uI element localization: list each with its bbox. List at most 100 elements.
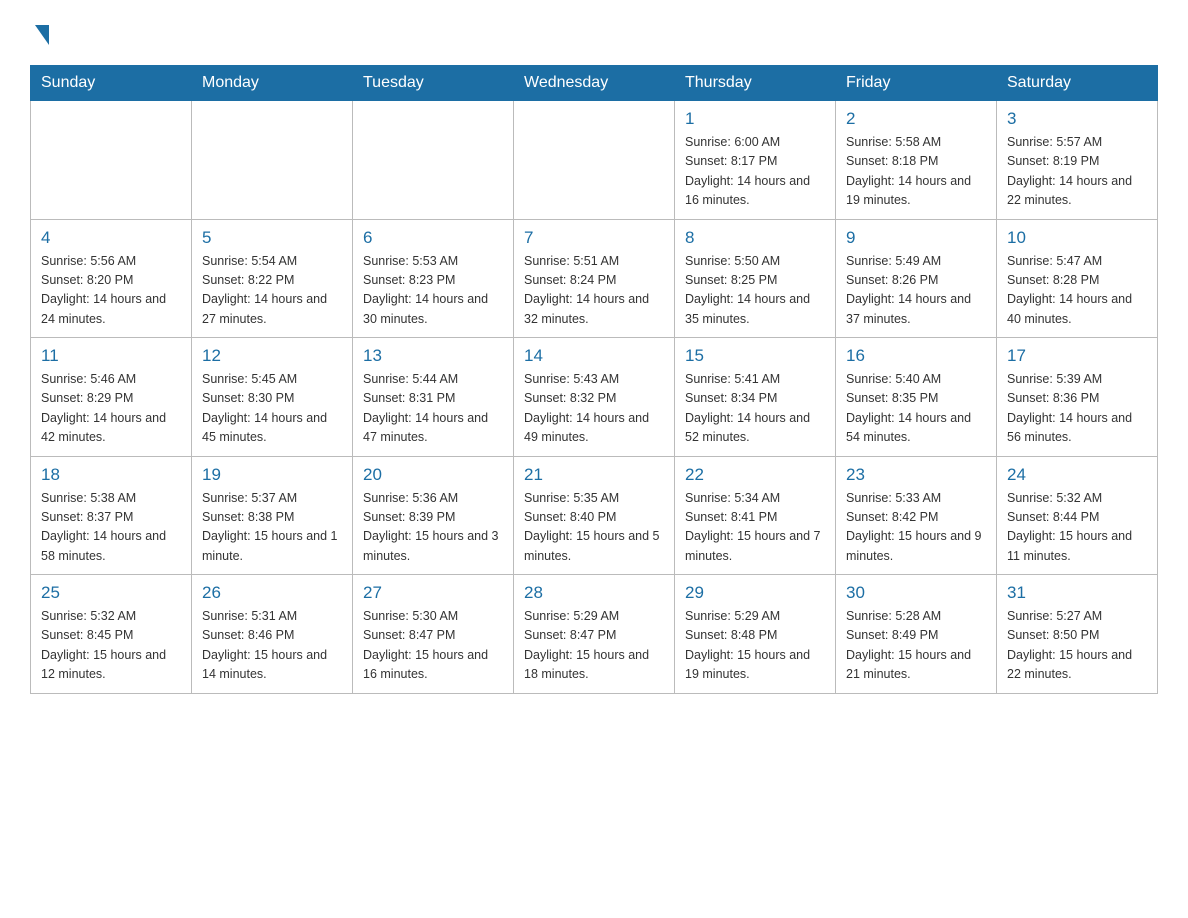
- day-info: Sunrise: 5:29 AM Sunset: 8:47 PM Dayligh…: [524, 607, 664, 685]
- calendar-cell: [514, 101, 675, 220]
- calendar-cell: 11 Sunrise: 5:46 AM Sunset: 8:29 PM Dayli…: [31, 338, 192, 457]
- day-number: 15: [685, 346, 825, 366]
- day-number: 29: [685, 583, 825, 603]
- calendar-cell: 13 Sunrise: 5:44 AM Sunset: 8:31 PM Dayli…: [353, 338, 514, 457]
- day-number: 28: [524, 583, 664, 603]
- day-info: Sunrise: 5:40 AM Sunset: 8:35 PM Dayligh…: [846, 370, 986, 448]
- day-info: Sunrise: 5:54 AM Sunset: 8:22 PM Dayligh…: [202, 252, 342, 330]
- logo: [30, 20, 49, 45]
- calendar-cell: 23 Sunrise: 5:33 AM Sunset: 8:42 PM Dayli…: [836, 456, 997, 575]
- day-info: Sunrise: 5:32 AM Sunset: 8:44 PM Dayligh…: [1007, 489, 1147, 567]
- calendar-cell: [31, 101, 192, 220]
- logo-arrow-icon: [35, 25, 49, 45]
- week-row: 11 Sunrise: 5:46 AM Sunset: 8:29 PM Dayli…: [31, 338, 1158, 457]
- day-number: 23: [846, 465, 986, 485]
- day-number: 11: [41, 346, 181, 366]
- day-number: 16: [846, 346, 986, 366]
- day-info: Sunrise: 5:29 AM Sunset: 8:48 PM Dayligh…: [685, 607, 825, 685]
- day-number: 4: [41, 228, 181, 248]
- week-row: 18Sunrise: 5:38 AM Sunset: 8:37 PM Dayli…: [31, 456, 1158, 575]
- day-info: Sunrise: 5:27 AM Sunset: 8:50 PM Dayligh…: [1007, 607, 1147, 685]
- day-number: 3: [1007, 109, 1147, 129]
- calendar-cell: 8 Sunrise: 5:50 AM Sunset: 8:25 PM Daylig…: [675, 219, 836, 338]
- calendar-cell: 18Sunrise: 5:38 AM Sunset: 8:37 PM Dayli…: [31, 456, 192, 575]
- day-info: Sunrise: 5:57 AM Sunset: 8:19 PM Dayligh…: [1007, 133, 1147, 211]
- day-number: 9: [846, 228, 986, 248]
- day-number: 7: [524, 228, 664, 248]
- day-info: Sunrise: 5:50 AM Sunset: 8:25 PM Dayligh…: [685, 252, 825, 330]
- week-row: 1 Sunrise: 6:00 AM Sunset: 8:17 PM Daylig…: [31, 101, 1158, 220]
- calendar-cell: 28 Sunrise: 5:29 AM Sunset: 8:47 PM Dayli…: [514, 575, 675, 694]
- day-info: Sunrise: 5:41 AM Sunset: 8:34 PM Dayligh…: [685, 370, 825, 448]
- day-number: 2: [846, 109, 986, 129]
- calendar-cell: 16 Sunrise: 5:40 AM Sunset: 8:35 PM Dayli…: [836, 338, 997, 457]
- day-number: 13: [363, 346, 503, 366]
- day-number: 12: [202, 346, 342, 366]
- calendar-cell: 29 Sunrise: 5:29 AM Sunset: 8:48 PM Dayli…: [675, 575, 836, 694]
- day-number: 30: [846, 583, 986, 603]
- day-info: Sunrise: 5:46 AM Sunset: 8:29 PM Dayligh…: [41, 370, 181, 448]
- calendar-cell: 19 Sunrise: 5:37 AM Sunset: 8:38 PM Dayli…: [192, 456, 353, 575]
- calendar-table: SundayMondayTuesdayWednesdayThursdayFrid…: [30, 65, 1158, 694]
- calendar-cell: 6 Sunrise: 5:53 AM Sunset: 8:23 PM Daylig…: [353, 219, 514, 338]
- day-info: Sunrise: 5:35 AM Sunset: 8:40 PM Dayligh…: [524, 489, 664, 567]
- day-of-week-header: Monday: [192, 66, 353, 101]
- day-info: Sunrise: 5:34 AM Sunset: 8:41 PM Dayligh…: [685, 489, 825, 567]
- calendar-cell: 21 Sunrise: 5:35 AM Sunset: 8:40 PM Dayli…: [514, 456, 675, 575]
- calendar-cell: 5Sunrise: 5:54 AM Sunset: 8:22 PM Daylig…: [192, 219, 353, 338]
- day-of-week-header: Tuesday: [353, 66, 514, 101]
- day-info: Sunrise: 5:43 AM Sunset: 8:32 PM Dayligh…: [524, 370, 664, 448]
- day-number: 19: [202, 465, 342, 485]
- day-info: Sunrise: 5:53 AM Sunset: 8:23 PM Dayligh…: [363, 252, 503, 330]
- week-row: 4Sunrise: 5:56 AM Sunset: 8:20 PM Daylig…: [31, 219, 1158, 338]
- day-number: 17: [1007, 346, 1147, 366]
- day-number: 26: [202, 583, 342, 603]
- day-number: 18: [41, 465, 181, 485]
- page-header: [30, 20, 1158, 45]
- day-of-week-header: Saturday: [997, 66, 1158, 101]
- day-info: Sunrise: 5:36 AM Sunset: 8:39 PM Dayligh…: [363, 489, 503, 567]
- day-number: 20: [363, 465, 503, 485]
- day-info: Sunrise: 6:00 AM Sunset: 8:17 PM Dayligh…: [685, 133, 825, 211]
- day-info: Sunrise: 5:39 AM Sunset: 8:36 PM Dayligh…: [1007, 370, 1147, 448]
- calendar-cell: 15 Sunrise: 5:41 AM Sunset: 8:34 PM Dayli…: [675, 338, 836, 457]
- calendar-cell: 30 Sunrise: 5:28 AM Sunset: 8:49 PM Dayli…: [836, 575, 997, 694]
- calendar-cell: 14Sunrise: 5:43 AM Sunset: 8:32 PM Dayli…: [514, 338, 675, 457]
- day-number: 31: [1007, 583, 1147, 603]
- day-number: 22: [685, 465, 825, 485]
- calendar-cell: 27 Sunrise: 5:30 AM Sunset: 8:47 PM Dayli…: [353, 575, 514, 694]
- day-number: 6: [363, 228, 503, 248]
- day-of-week-header: Wednesday: [514, 66, 675, 101]
- calendar-cell: 10Sunrise: 5:47 AM Sunset: 8:28 PM Dayli…: [997, 219, 1158, 338]
- day-number: 24: [1007, 465, 1147, 485]
- calendar-cell: 24 Sunrise: 5:32 AM Sunset: 8:44 PM Dayli…: [997, 456, 1158, 575]
- calendar-cell: 17 Sunrise: 5:39 AM Sunset: 8:36 PM Dayli…: [997, 338, 1158, 457]
- day-info: Sunrise: 5:44 AM Sunset: 8:31 PM Dayligh…: [363, 370, 503, 448]
- calendar-cell: 9 Sunrise: 5:49 AM Sunset: 8:26 PM Daylig…: [836, 219, 997, 338]
- day-info: Sunrise: 5:47 AM Sunset: 8:28 PM Dayligh…: [1007, 252, 1147, 330]
- day-number: 1: [685, 109, 825, 129]
- calendar-cell: 1 Sunrise: 6:00 AM Sunset: 8:17 PM Daylig…: [675, 101, 836, 220]
- day-of-week-header: Friday: [836, 66, 997, 101]
- calendar-header-row: SundayMondayTuesdayWednesdayThursdayFrid…: [31, 66, 1158, 101]
- calendar-cell: 2Sunrise: 5:58 AM Sunset: 8:18 PM Daylig…: [836, 101, 997, 220]
- day-info: Sunrise: 5:30 AM Sunset: 8:47 PM Dayligh…: [363, 607, 503, 685]
- day-info: Sunrise: 5:49 AM Sunset: 8:26 PM Dayligh…: [846, 252, 986, 330]
- day-number: 25: [41, 583, 181, 603]
- calendar-cell: 12 Sunrise: 5:45 AM Sunset: 8:30 PM Dayli…: [192, 338, 353, 457]
- day-number: 27: [363, 583, 503, 603]
- calendar-cell: 20 Sunrise: 5:36 AM Sunset: 8:39 PM Dayli…: [353, 456, 514, 575]
- day-info: Sunrise: 5:33 AM Sunset: 8:42 PM Dayligh…: [846, 489, 986, 567]
- day-info: Sunrise: 5:45 AM Sunset: 8:30 PM Dayligh…: [202, 370, 342, 448]
- day-info: Sunrise: 5:28 AM Sunset: 8:49 PM Dayligh…: [846, 607, 986, 685]
- day-number: 8: [685, 228, 825, 248]
- day-info: Sunrise: 5:37 AM Sunset: 8:38 PM Dayligh…: [202, 489, 342, 567]
- calendar-cell: 22 Sunrise: 5:34 AM Sunset: 8:41 PM Dayli…: [675, 456, 836, 575]
- day-info: Sunrise: 5:32 AM Sunset: 8:45 PM Dayligh…: [41, 607, 181, 685]
- calendar-cell: 3 Sunrise: 5:57 AM Sunset: 8:19 PM Daylig…: [997, 101, 1158, 220]
- calendar-cell: [192, 101, 353, 220]
- day-info: Sunrise: 5:31 AM Sunset: 8:46 PM Dayligh…: [202, 607, 342, 685]
- day-number: 21: [524, 465, 664, 485]
- calendar-cell: [353, 101, 514, 220]
- week-row: 25 Sunrise: 5:32 AM Sunset: 8:45 PM Dayli…: [31, 575, 1158, 694]
